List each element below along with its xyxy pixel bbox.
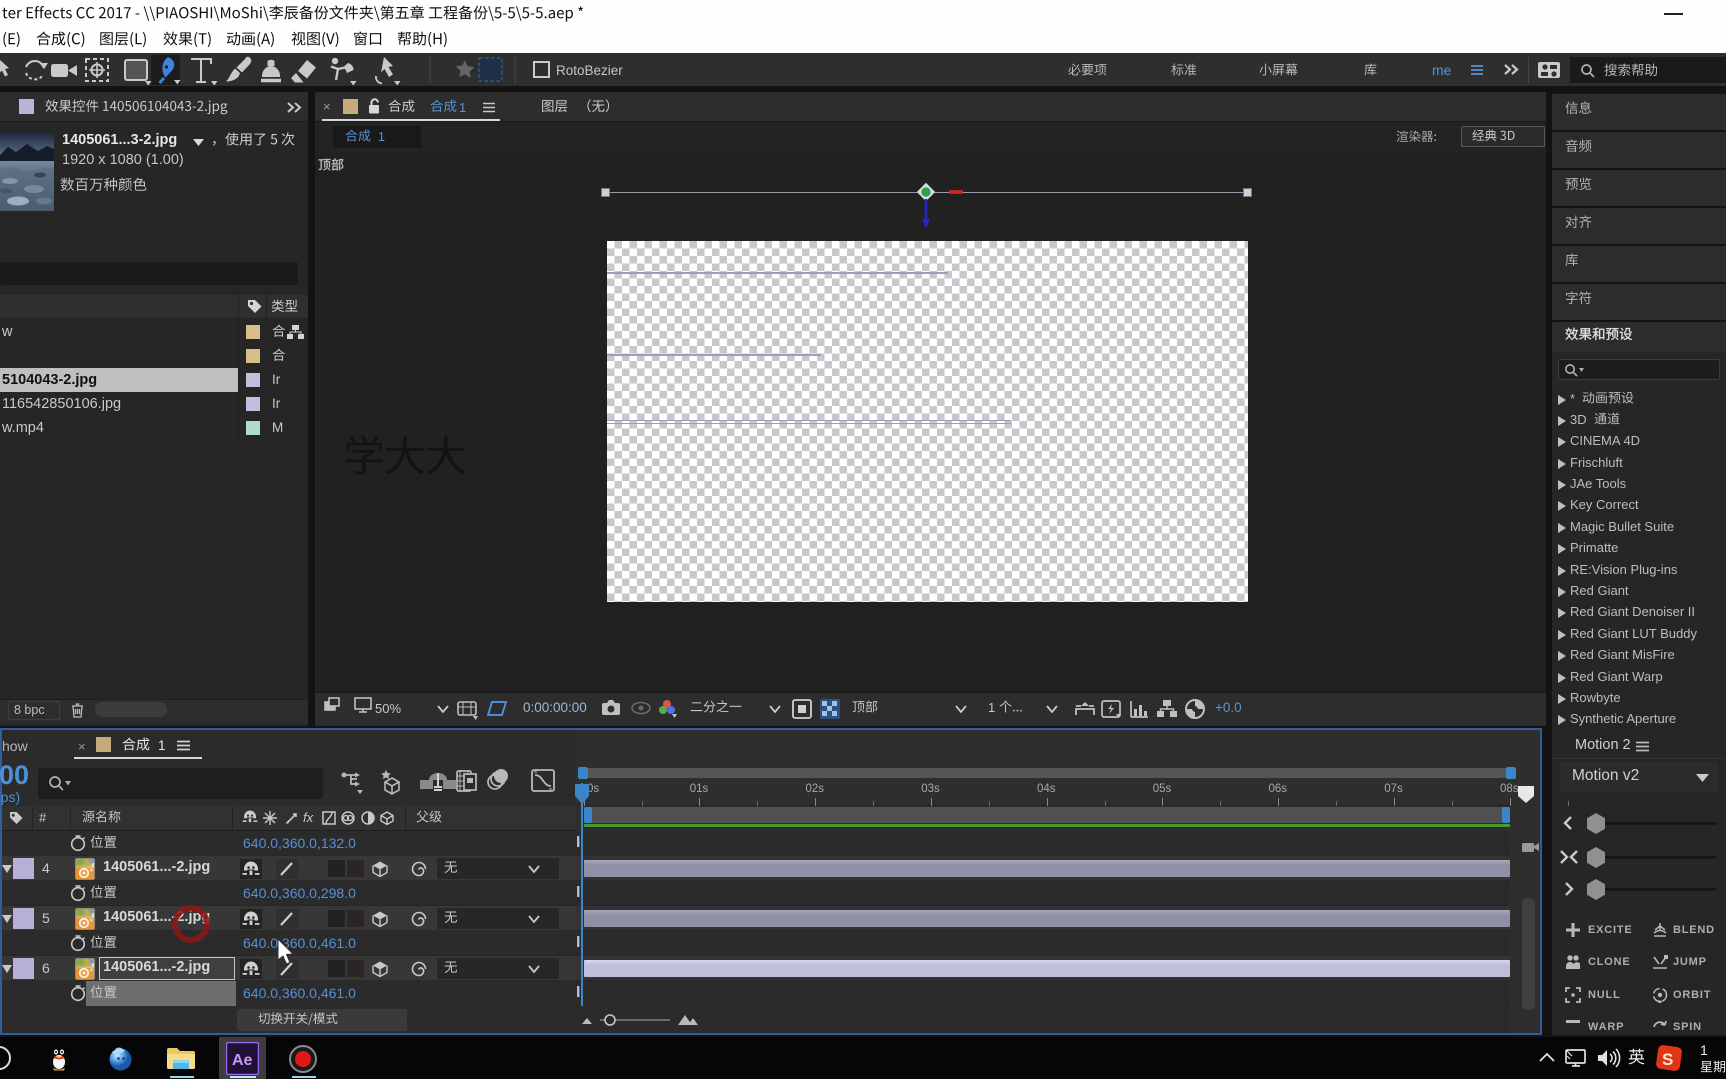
- svg-text:Ae: Ae: [232, 1052, 253, 1069]
- svg-text:S: S: [1662, 1050, 1673, 1069]
- svg-text:fx: fx: [303, 810, 314, 825]
